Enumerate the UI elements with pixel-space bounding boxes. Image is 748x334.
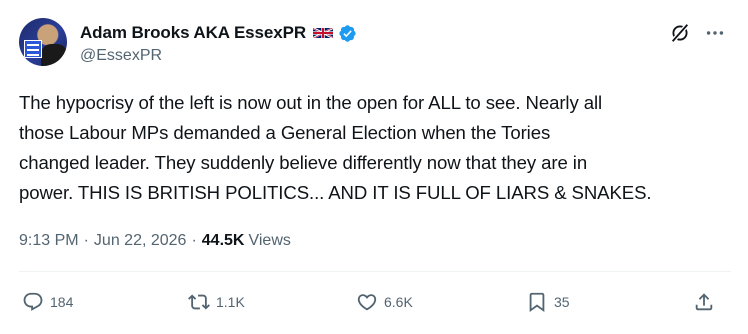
tweet-meta: 9:13 PM · Jun 22, 2026 · 44.5K Views	[19, 229, 291, 253]
reply-button[interactable]: 184	[22, 285, 73, 319]
repost-button[interactable]: 1.1K	[188, 285, 245, 319]
repost-icon	[188, 294, 210, 310]
author-display-name[interactable]: Adam Brooks AKA EssexPR	[80, 23, 306, 43]
meta-separator: ·	[191, 232, 197, 249]
action-bar: 184 1.1K 6.6K 35	[0, 285, 748, 319]
bookmark-icon	[529, 292, 545, 313]
share-button[interactable]	[693, 285, 715, 319]
author-name-row: Adam Brooks AKA EssexPR	[80, 22, 357, 44]
repost-count: 1.1K	[216, 294, 245, 310]
uk-flag-icon	[313, 28, 334, 38]
views-count: 44.5K	[201, 232, 245, 249]
share-icon	[695, 293, 713, 311]
like-button[interactable]: 6.6K	[356, 285, 413, 319]
like-icon	[357, 294, 377, 311]
reply-icon	[23, 292, 43, 311]
bookmark-button[interactable]: 35	[526, 285, 570, 319]
tweet-time[interactable]: 9:13 PM	[19, 232, 79, 250]
author-handle[interactable]: @EssexPR	[80, 47, 162, 65]
reply-count: 184	[50, 294, 74, 310]
more-icon[interactable]	[704, 22, 726, 44]
grok-icon[interactable]	[669, 22, 691, 44]
bookmark-count: 35	[554, 294, 570, 310]
divider	[19, 271, 731, 272]
views-label: Views	[248, 232, 291, 249]
like-count: 6.6K	[384, 294, 413, 310]
avatar[interactable]	[19, 18, 67, 66]
verified-badge-icon[interactable]	[338, 24, 357, 43]
tweet-text: The hypocrisy of the left is now out in …	[19, 92, 652, 203]
tweet-date[interactable]: Jun 22, 2026	[94, 232, 187, 250]
meta-separator: ·	[83, 232, 89, 249]
tweet-card: Adam Brooks AKA EssexPR @EssexPR The hyp…	[0, 0, 748, 334]
